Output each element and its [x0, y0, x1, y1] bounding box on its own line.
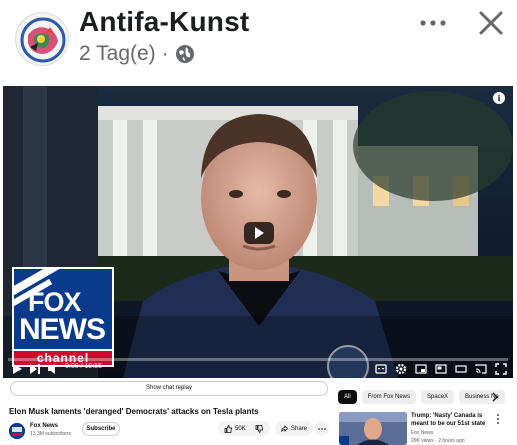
next-icon[interactable]: [29, 363, 41, 375]
post-meta: 2 Tag(e) ·: [79, 42, 195, 66]
progress-bar[interactable]: [8, 358, 508, 361]
chevron-right-icon[interactable]: [491, 392, 499, 402]
cast-icon[interactable]: [475, 363, 487, 375]
more-vertical-icon[interactable]: [495, 413, 501, 425]
recommended-thumbnail[interactable]: [339, 412, 407, 445]
related-chips: All From Fox News SpaceX Business Ne: [338, 390, 505, 405]
close-button[interactable]: [476, 8, 506, 38]
more-horizontal-icon: [420, 20, 446, 26]
thumbs-down-icon[interactable]: [255, 424, 263, 433]
info-icon[interactable]: i: [493, 92, 505, 104]
youtube-watch-area: Show chat replay All From Fox News Space…: [0, 378, 517, 445]
time-readout: 0:00 / 19:55: [65, 363, 102, 370]
play-small-icon[interactable]: [11, 363, 23, 375]
miniplayer-icon[interactable]: [415, 363, 427, 375]
volume-icon[interactable]: [47, 363, 59, 375]
captions-icon[interactable]: [375, 363, 387, 375]
channel-avatar[interactable]: [9, 423, 25, 439]
fullscreen-icon[interactable]: [495, 363, 507, 375]
more-actions-button[interactable]: [315, 421, 329, 436]
like-count[interactable]: 50K: [235, 426, 246, 432]
globe-icon: [175, 44, 195, 64]
theater-mode-icon[interactable]: [455, 363, 467, 375]
play-button[interactable]: [244, 222, 274, 244]
close-icon: [479, 11, 503, 35]
recommended-meta: 29K views · 2 hours ago: [411, 438, 465, 444]
fox-news-logo: FOX NEWS channel: [12, 267, 114, 367]
show-chat-replay-button[interactable]: Show chat replay: [10, 381, 328, 396]
chip-all[interactable]: All: [338, 390, 357, 404]
thumbs-up-icon[interactable]: [224, 424, 232, 433]
play-icon: [255, 227, 264, 239]
pip-icon[interactable]: [435, 363, 447, 375]
player-controls: 0:00 / 19:55: [3, 362, 513, 378]
author-avatar[interactable]: [15, 12, 69, 66]
settings-icon[interactable]: [395, 363, 407, 375]
subscribe-button[interactable]: Subscribe: [82, 422, 120, 436]
video-title: Elon Musk laments 'deranged' Democrats' …: [9, 407, 259, 416]
like-dislike-group: 50K: [218, 421, 270, 436]
post-header: Antifa-Kunst 2 Tag(e) ·: [0, 0, 517, 84]
more-options-button[interactable]: [418, 10, 448, 36]
channel-name[interactable]: Fox News: [30, 423, 58, 429]
meta-separator: ·: [161, 42, 169, 65]
share-button[interactable]: Share: [275, 421, 313, 436]
more-horizontal-small-icon: [318, 427, 326, 430]
share-label: Share: [290, 425, 307, 432]
recommended-title[interactable]: Trump: 'Nasty' Canada is meant to be our…: [411, 412, 495, 428]
post-time[interactable]: 2 Tag(e): [79, 42, 156, 66]
recommended-thumbnail-image: [339, 412, 407, 445]
fox-logo-news: NEWS: [19, 313, 106, 346]
fox-news-avatar-icon: [9, 423, 25, 439]
share-icon: [281, 424, 288, 432]
video-player[interactable]: i FOX NEWS channel 0:00 / 19:55: [3, 86, 513, 378]
subscriber-count: 13.3M subscribers: [30, 431, 71, 437]
chip-spacex[interactable]: SpaceX: [421, 390, 455, 404]
fox-logo-top: FOX NEWS: [12, 267, 114, 351]
chip-from-fox-news[interactable]: From Fox News: [361, 390, 417, 404]
author-name[interactable]: Antifa-Kunst: [79, 6, 249, 38]
recommended-channel[interactable]: Fox News: [411, 430, 433, 436]
